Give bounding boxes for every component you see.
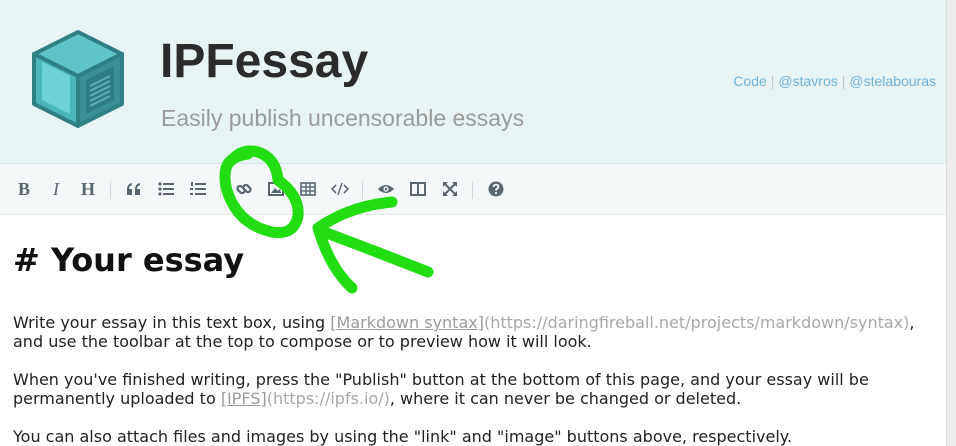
- bullet-list-icon: [158, 182, 174, 196]
- help-button[interactable]: [484, 177, 508, 201]
- link-separator: |: [770, 73, 775, 89]
- editor-paragraph-3: You can also attach files and images by …: [13, 427, 793, 446]
- editor-heading: # Your essay: [13, 241, 245, 279]
- ipfs-url: (https://ipfs.io/): [266, 389, 390, 408]
- preview-button[interactable]: [374, 177, 398, 201]
- toolbar-divider: [220, 181, 221, 199]
- site-title: IPFessay: [160, 35, 369, 88]
- link-button[interactable]: [232, 177, 256, 201]
- columns-icon: [410, 182, 426, 196]
- unordered-list-button[interactable]: [154, 177, 178, 201]
- markdown-url: (https://daringfireball.net/projects/mar…: [483, 313, 910, 332]
- header-links: Code | @stavros | @stelabouras: [733, 73, 936, 89]
- editor-paragraph-2: When you've finished writing, press the …: [13, 370, 933, 408]
- ordered-list-button[interactable]: [186, 177, 210, 201]
- quote-icon: [127, 183, 140, 195]
- p2-text: permanently uploaded to: [13, 389, 221, 408]
- quote-button[interactable]: [122, 177, 146, 201]
- bold-button[interactable]: B: [12, 177, 36, 201]
- p2-after: , where it can never be changed or delet…: [389, 389, 742, 408]
- expand-icon: [443, 182, 457, 196]
- help-icon: [488, 181, 504, 197]
- image-icon: [268, 182, 284, 196]
- table-icon: [300, 182, 316, 196]
- toolbar-divider: [110, 181, 111, 199]
- page-header: IPFessay Easily publish uncensorable ess…: [0, 0, 946, 164]
- code-icon: [331, 182, 349, 196]
- toolbar-divider: [472, 181, 473, 199]
- p1-line2: and use the toolbar at the top to compos…: [13, 332, 592, 351]
- link-icon: [236, 183, 252, 195]
- p1-after: ,: [909, 313, 915, 332]
- table-button[interactable]: [296, 177, 320, 201]
- image-button[interactable]: [264, 177, 288, 201]
- page-scrollbar[interactable]: [946, 0, 956, 446]
- numbered-list-icon: [190, 182, 206, 195]
- editor-toolbar: B I H: [0, 164, 946, 215]
- logo-cube-icon: [32, 30, 124, 128]
- site-subtitle: Easily publish uncensorable essays: [161, 105, 525, 131]
- p1-text: Write your essay in this text box, using: [13, 313, 331, 332]
- eye-icon: [378, 185, 394, 193]
- toolbar-divider: [362, 181, 363, 199]
- bold-label: B: [17, 178, 30, 199]
- code-button[interactable]: [328, 177, 352, 201]
- code-link[interactable]: Code: [733, 73, 766, 89]
- editor-paragraph-1: Write your essay in this text box, using…: [13, 313, 933, 351]
- heading-label: H: [80, 178, 95, 199]
- stelabouras-link[interactable]: @stelabouras: [849, 73, 936, 89]
- heading-button[interactable]: H: [76, 177, 100, 201]
- ipfs-link[interactable]: [IPFS]: [221, 389, 267, 408]
- side-by-side-button[interactable]: [406, 177, 430, 201]
- link-separator: |: [841, 73, 846, 89]
- italic-label: I: [53, 178, 59, 199]
- fullscreen-button[interactable]: [438, 177, 462, 201]
- p2-line1: When you've finished writing, press the …: [13, 370, 869, 389]
- italic-button[interactable]: I: [44, 177, 68, 201]
- markdown-link[interactable]: [Markdown syntax]: [330, 313, 484, 332]
- stavros-link[interactable]: @stavros: [778, 73, 837, 89]
